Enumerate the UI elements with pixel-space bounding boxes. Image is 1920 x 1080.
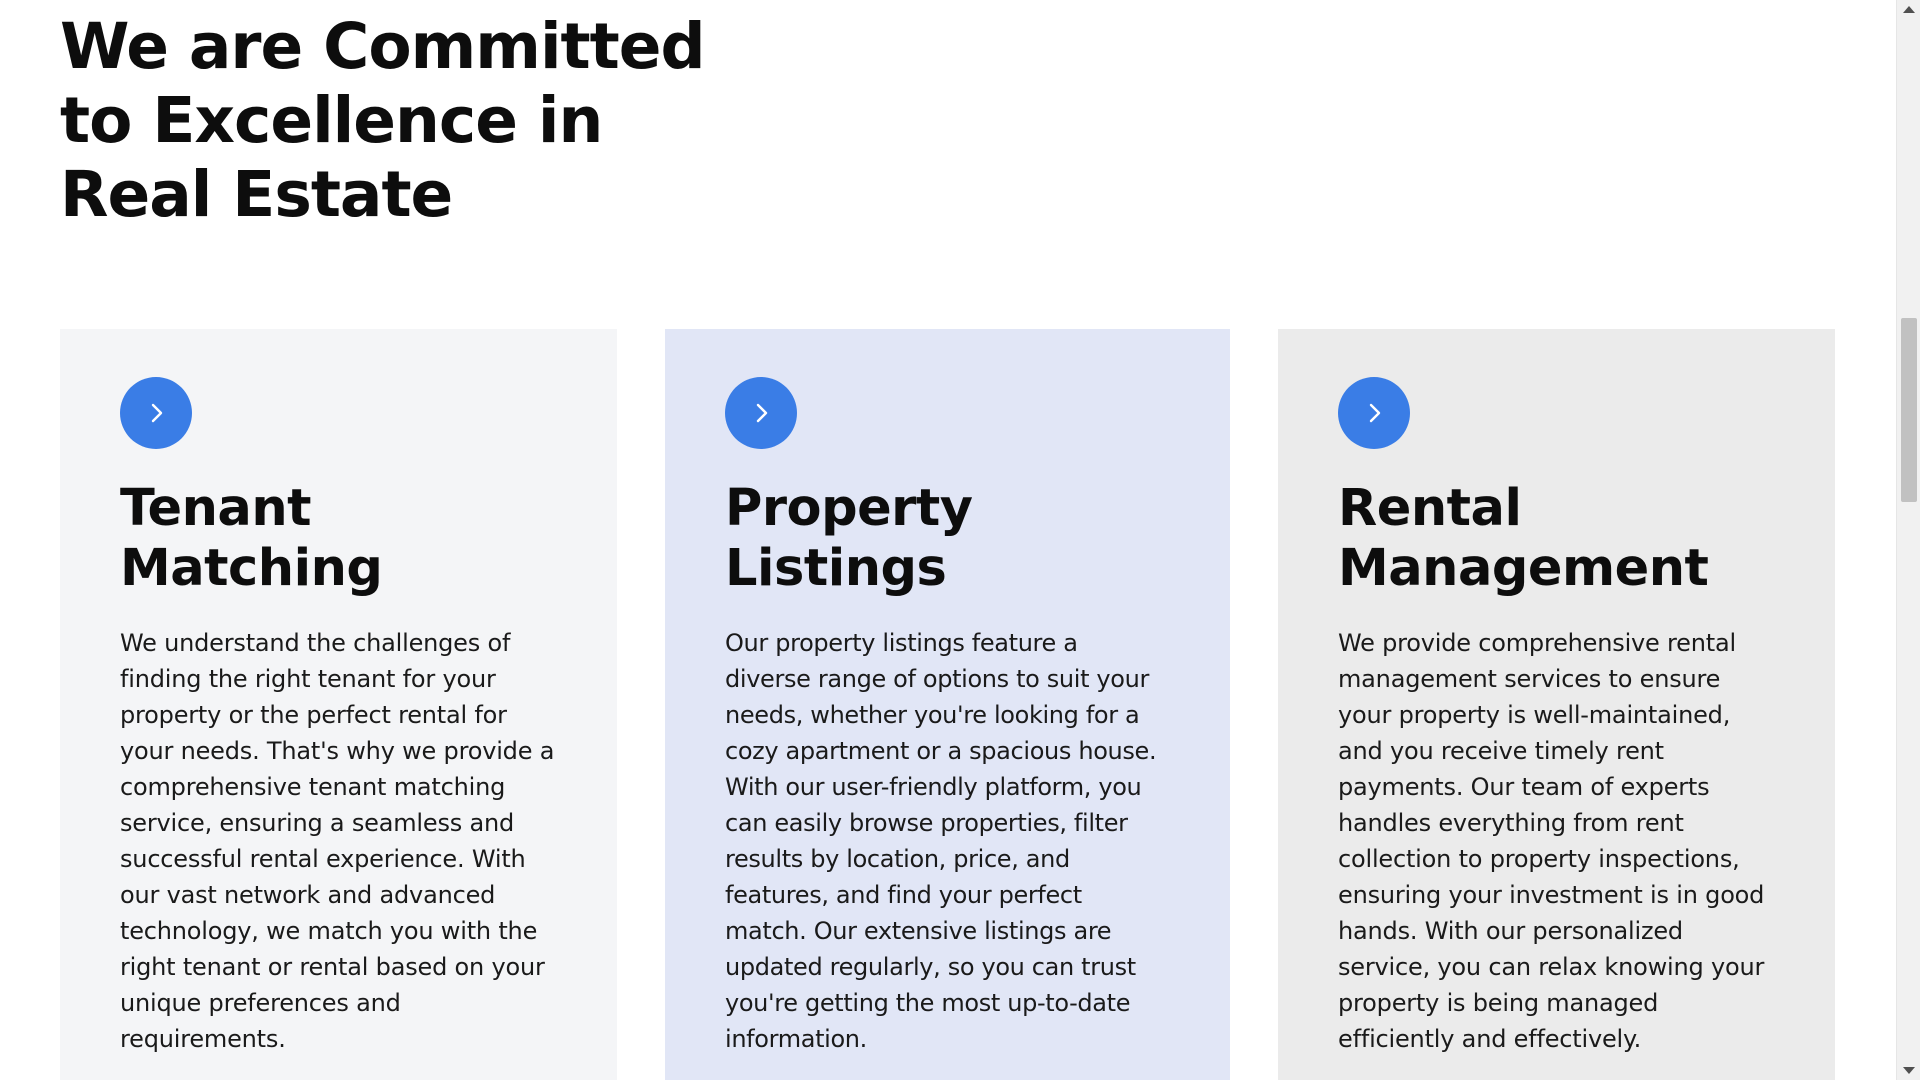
section-heading: We are Committed to Excellence in Real E…: [60, 10, 706, 231]
card-title: Tenant Matching: [120, 479, 383, 598]
card-arrow-button[interactable]: [1338, 377, 1410, 449]
chevron-right-icon: [756, 403, 768, 423]
service-card-property-listings: Property Listings Our property listings …: [665, 329, 1230, 1080]
card-description: We provide comprehensive rental manageme…: [1338, 629, 1765, 1053]
card-arrow-button[interactable]: [725, 377, 797, 449]
scroll-down-arrow-icon[interactable]: [1903, 1067, 1915, 1074]
card-description: Our property listings feature a diverse …: [725, 629, 1157, 1053]
card-arrow-button[interactable]: [120, 377, 192, 449]
page: We are Committed to Excellence in Real E…: [0, 0, 1920, 1080]
card-description: We understand the challenges of finding …: [120, 629, 555, 1053]
card-title: Rental Management: [1338, 479, 1709, 598]
service-card-tenant-matching: Tenant Matching We understand the challe…: [60, 329, 617, 1080]
vertical-scrollbar[interactable]: [1896, 0, 1920, 1080]
scroll-up-arrow-icon[interactable]: [1903, 6, 1915, 13]
chevron-right-icon: [151, 403, 163, 423]
scrollbar-thumb[interactable]: [1901, 318, 1917, 502]
card-title: Property Listings: [725, 479, 973, 598]
service-card-rental-management: Rental Management We provide comprehensi…: [1278, 329, 1835, 1080]
chevron-right-icon: [1369, 403, 1381, 423]
